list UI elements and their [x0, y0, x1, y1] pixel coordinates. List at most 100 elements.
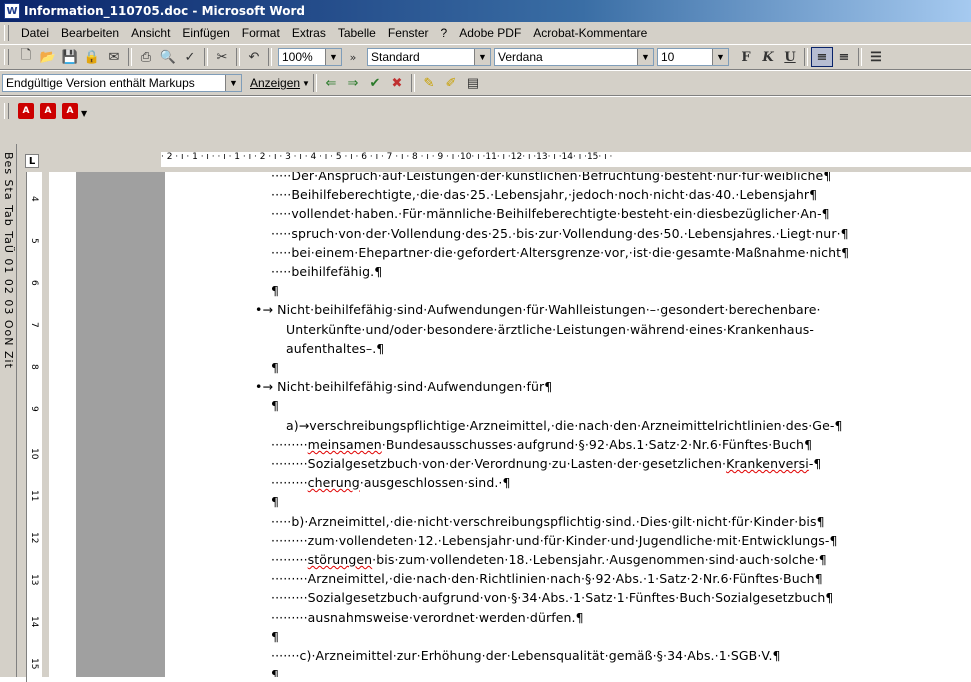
- menu-datei[interactable]: Datei: [15, 26, 55, 40]
- side-panel-labels[interactable]: Bes Sta Tab TaÜ 01 02 03 OoN Zit: [2, 152, 15, 369]
- underline-button[interactable]: U: [779, 47, 801, 67]
- font-combo[interactable]: Verdana ▼: [494, 48, 654, 66]
- menu-ansicht[interactable]: Ansicht: [125, 26, 176, 40]
- menu-format[interactable]: Format: [236, 26, 286, 40]
- zoom-combo[interactable]: 100% ▼: [278, 48, 342, 66]
- title-bar: W Information_110705.doc - Microsoft Wor…: [0, 0, 971, 22]
- toolbar-overflow-icon[interactable]: »: [342, 47, 364, 67]
- document-line[interactable]: Unterkünfte·und/oder·besondere·ärztliche…: [286, 322, 814, 337]
- new-document-icon[interactable]: 🗋: [15, 47, 37, 67]
- vertical-ruler-number: 14: [29, 616, 39, 628]
- document-line[interactable]: ·····bei·einem·Ehepartner·die·gefordert·…: [271, 245, 849, 260]
- chevron-down-icon[interactable]: ▼: [81, 109, 87, 118]
- standard-toolbar: 🗋 📂 💾 🔒 ✉ ⎙ 🔍 ✓ ✂ ↶ 100% ▼ » Standard ▼ …: [0, 44, 971, 70]
- vertical-ruler-number: 6: [29, 280, 39, 286]
- open-folder-icon[interactable]: 📂: [37, 47, 59, 67]
- document-line[interactable]: ·········meinsamen·Bundesausschusses·auf…: [271, 437, 812, 452]
- toolbar-separator: [312, 74, 317, 92]
- menu-bearbeiten[interactable]: Bearbeiten: [55, 26, 125, 40]
- document-line[interactable]: ·········zum·vollendeten·12.·Lebensjahr·…: [271, 533, 838, 548]
- toolbar-separator: [128, 48, 132, 66]
- convert-and-email-pdf-icon[interactable]: A: [40, 103, 56, 119]
- menu-tabelle[interactable]: Tabelle: [332, 26, 382, 40]
- document-line[interactable]: aufenthaltes–.¶: [286, 341, 384, 356]
- document-line[interactable]: ¶: [271, 629, 279, 644]
- align-left-icon[interactable]: ≡: [811, 47, 833, 67]
- document-line[interactable]: ·········cherung·ausgeschlossen·sind.·¶: [271, 475, 511, 490]
- menu-einfuegen[interactable]: Einfügen: [176, 26, 235, 40]
- permission-icon[interactable]: 🔒: [81, 47, 103, 67]
- print-icon[interactable]: ⎙: [135, 47, 157, 67]
- accept-change-icon[interactable]: ✔: [364, 73, 386, 93]
- document-line[interactable]: ·········störungen·bis·zum·vollendeten·1…: [271, 552, 827, 567]
- document-line[interactable]: ·····beihilfefähig.¶: [271, 264, 382, 279]
- chevron-down-icon[interactable]: ▼: [637, 49, 653, 65]
- menu-help[interactable]: ?: [435, 26, 454, 40]
- chevron-down-icon[interactable]: ▼: [712, 49, 728, 65]
- markup-view-combo[interactable]: Endgültige Version enthält Markups ▼: [2, 74, 242, 92]
- undo-icon[interactable]: ↶: [243, 47, 265, 67]
- bold-button[interactable]: F: [735, 47, 757, 67]
- document-line[interactable]: a)→verschreibungspflichtige·Arzneimittel…: [286, 418, 843, 433]
- show-menu-button[interactable]: Anzeigen: [250, 76, 300, 90]
- document-line[interactable]: ·········Sozialgesetzbuch·aufgrund·von·§…: [271, 590, 833, 605]
- new-comment-icon[interactable]: ✎: [418, 73, 440, 93]
- mail-icon[interactable]: ✉: [103, 47, 125, 67]
- previous-change-icon[interactable]: ⇐: [320, 73, 342, 93]
- vertical-ruler-number: 4: [29, 196, 39, 202]
- next-change-icon[interactable]: ⇒: [342, 73, 364, 93]
- style-combo[interactable]: Standard ▼: [367, 48, 491, 66]
- menu-grip: [4, 25, 9, 41]
- document-line[interactable]: •→ Nicht·beihilfefähig·sind·Aufwendungen…: [255, 379, 552, 394]
- vertical-ruler-number: 9: [29, 406, 39, 412]
- document-line[interactable]: ·····Der·Anspruch·auf·Leistungen·der·kün…: [271, 172, 831, 183]
- track-changes-icon[interactable]: ✐: [440, 73, 462, 93]
- toolbar-grip: [4, 103, 9, 119]
- menu-fenster[interactable]: Fenster: [382, 26, 435, 40]
- convert-to-pdf-icon[interactable]: A: [18, 103, 34, 119]
- toolbar-separator: [804, 48, 808, 66]
- document-page[interactable]: ·····Der·Anspruch·auf·Leistungen·der·kün…: [165, 172, 971, 677]
- chevron-down-icon[interactable]: ▼: [302, 79, 310, 88]
- document-line[interactable]: ¶: [271, 494, 279, 509]
- document-line[interactable]: ·······c)·Arzneimittel·zur·Erhöhung·der·…: [271, 648, 781, 663]
- tab-stop-selector[interactable]: L: [25, 154, 39, 168]
- document-line[interactable]: •→ Nicht·beihilfefähig·sind·Aufwendungen…: [255, 302, 821, 317]
- document-line[interactable]: ·········Sozialgesetzbuch·von·der·Verord…: [271, 456, 821, 471]
- document-line[interactable]: ¶: [271, 398, 279, 413]
- document-line[interactable]: ¶: [271, 667, 279, 677]
- chevron-down-icon[interactable]: ▼: [225, 75, 241, 91]
- document-line[interactable]: ¶: [271, 360, 279, 375]
- print-preview-icon[interactable]: 🔍: [157, 47, 179, 67]
- document-line[interactable]: ¶: [271, 283, 279, 298]
- styles-side-panel: Bes Sta Tab TaÜ 01 02 03 OoN Zit: [0, 144, 17, 677]
- vertical-ruler-number: 7: [29, 322, 39, 328]
- list-icon[interactable]: ☰: [865, 47, 887, 67]
- horizontal-ruler-scale[interactable]: · 2 · ı · 1 · ı · · ı · 1 · ı · 2 · ı · …: [161, 152, 971, 167]
- document-line[interactable]: ·····vollendet·haben.·Für·männliche·Beih…: [271, 206, 830, 221]
- reviewing-pane-icon[interactable]: ▤: [462, 73, 484, 93]
- spellcheck-icon[interactable]: ✓: [179, 47, 201, 67]
- toolbar-separator: [204, 48, 208, 66]
- cut-icon[interactable]: ✂: [211, 47, 233, 67]
- chevron-down-icon[interactable]: ▼: [325, 49, 341, 65]
- reject-change-icon[interactable]: ✖: [386, 73, 408, 93]
- vertical-ruler-strip[interactable]: 4 5 6 7 8 9 10 11 12 13 14 15: [26, 172, 42, 682]
- menu-extras[interactable]: Extras: [286, 26, 332, 40]
- document-line[interactable]: ·····Beihilfeberechtigte,·die·das·25.·Le…: [271, 187, 817, 202]
- chevron-down-icon[interactable]: ▼: [474, 49, 490, 65]
- align-center-icon[interactable]: ≡: [833, 47, 855, 67]
- document-line[interactable]: ·········ausnahmsweise·verordnet·werden·…: [271, 610, 584, 625]
- italic-button[interactable]: K: [757, 47, 779, 67]
- font-size-combo[interactable]: 10 ▼: [657, 48, 729, 66]
- document-line[interactable]: ·····b)·Arzneimittel,·die·nicht·verschre…: [271, 514, 825, 529]
- word-doc-icon: W: [4, 3, 20, 19]
- toolbar-grip: [4, 49, 9, 65]
- document-line[interactable]: ·····spruch·von·der·Vollendung·des·25.·b…: [271, 226, 849, 241]
- document-line[interactable]: ·········Arzneimittel,·die·nach·den·Rich…: [271, 571, 823, 586]
- save-icon[interactable]: 💾: [59, 47, 81, 67]
- menu-adobe-pdf[interactable]: Adobe PDF: [453, 26, 527, 40]
- menu-bar: Datei Bearbeiten Ansicht Einfügen Format…: [0, 22, 971, 44]
- convert-and-review-pdf-icon[interactable]: A: [62, 103, 78, 119]
- menu-acrobat-kommentare[interactable]: Acrobat-Kommentare: [527, 26, 653, 40]
